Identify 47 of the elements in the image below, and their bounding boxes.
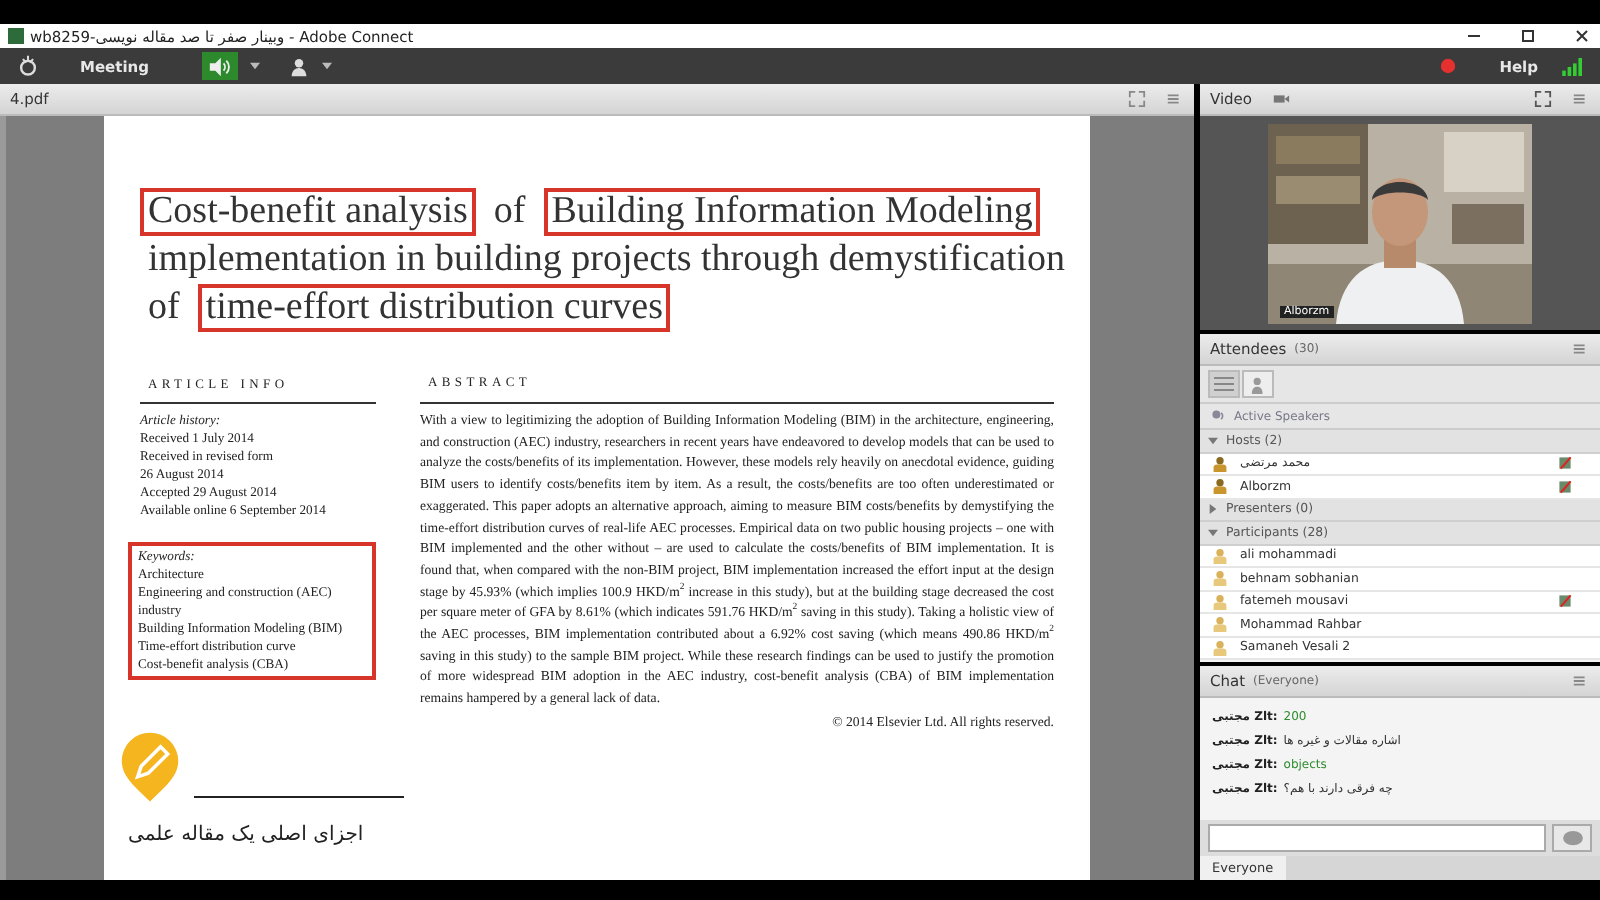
host-icon bbox=[1212, 478, 1228, 495]
microphone-icon[interactable] bbox=[1558, 479, 1572, 494]
microphone-icon[interactable] bbox=[1558, 594, 1572, 609]
expand-icon[interactable] bbox=[1208, 435, 1218, 446]
attendee-icon bbox=[1212, 593, 1228, 610]
speaker-button[interactable] bbox=[201, 52, 238, 80]
caret-icon[interactable] bbox=[249, 62, 260, 70]
microphone-icon[interactable] bbox=[1558, 456, 1572, 471]
host-icon bbox=[1212, 455, 1228, 472]
app-icon bbox=[8, 28, 24, 44]
menu-icon[interactable] bbox=[1572, 672, 1590, 690]
highlighted-title-text: time-effort distribution curves bbox=[197, 284, 671, 332]
close-icon[interactable] bbox=[1572, 26, 1592, 46]
person-icon[interactable] bbox=[287, 55, 310, 77]
menu-icon[interactable] bbox=[1572, 340, 1590, 358]
attendee-icon bbox=[1212, 639, 1228, 656]
list-view-button[interactable] bbox=[1208, 370, 1240, 398]
maximize-icon[interactable] bbox=[1518, 26, 1538, 46]
menu-icon[interactable] bbox=[1166, 90, 1184, 108]
fullscreen-icon[interactable] bbox=[1128, 90, 1146, 108]
person-icon bbox=[1249, 375, 1267, 393]
camera-icon[interactable] bbox=[1272, 90, 1291, 108]
fullscreen-icon[interactable] bbox=[1534, 90, 1552, 108]
expand-icon[interactable] bbox=[1208, 527, 1218, 538]
pencil-icon bbox=[120, 732, 180, 804]
attendee-icon bbox=[1212, 616, 1228, 633]
send-button[interactable] bbox=[1552, 824, 1592, 852]
title-text: of bbox=[491, 188, 528, 236]
list-icon bbox=[1214, 376, 1234, 392]
expand-icon[interactable] bbox=[1208, 504, 1218, 515]
speaker-icon bbox=[208, 55, 231, 77]
signal-icon bbox=[1562, 57, 1584, 75]
title-text: of bbox=[146, 284, 182, 332]
chat-bubble-icon bbox=[1561, 829, 1583, 847]
attendee-icon bbox=[1212, 570, 1228, 587]
title-text: implementation in building projects through demystification bbox=[146, 236, 1068, 284]
highlighted-title-text: Building Information Modeling bbox=[543, 188, 1041, 236]
attendee-icon bbox=[1212, 547, 1228, 564]
record-icon[interactable] bbox=[1439, 58, 1456, 74]
chat-input[interactable] bbox=[1208, 824, 1546, 852]
logo-icon[interactable] bbox=[16, 54, 40, 78]
menu-icon[interactable] bbox=[1572, 90, 1590, 108]
caret-icon[interactable] bbox=[321, 62, 332, 70]
highlighted-title-text: Cost-benefit analysis bbox=[140, 188, 476, 236]
speaker-person-icon bbox=[1210, 408, 1226, 424]
person-view-button[interactable] bbox=[1242, 370, 1274, 398]
caption-text: اجزای اصلی یک مقاله علمی bbox=[128, 824, 364, 846]
